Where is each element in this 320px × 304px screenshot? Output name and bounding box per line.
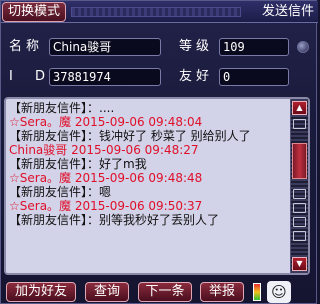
message-line: 【新朋友信件】：好了m我 bbox=[9, 157, 147, 171]
next-message-button[interactable]: 下一条 bbox=[138, 282, 192, 302]
send-mail-title: 发送信件 bbox=[261, 4, 314, 19]
name-label: 名称 bbox=[9, 39, 44, 54]
message-line: China骏哥 2015-09-06 09:48:27 bbox=[9, 143, 199, 157]
message-line: 【新朋友信件】：钱冲好了 秒菜了 别给别人了 bbox=[9, 129, 251, 143]
friendship-field: 0 bbox=[219, 68, 289, 86]
title-decoration bbox=[71, 7, 241, 17]
message-line: ☆Sera。魔 2015-09-06 09:50:37 bbox=[9, 199, 203, 213]
query-button[interactable]: 查询 bbox=[85, 282, 129, 302]
level-field: 109 bbox=[219, 38, 289, 56]
message-scrollbar[interactable]: ▲ ▼ bbox=[290, 99, 308, 273]
report-button[interactable]: 举报 bbox=[200, 282, 244, 302]
id-label: I D bbox=[9, 69, 54, 84]
message-line: 【新朋友信件】：嗯 bbox=[9, 185, 112, 199]
scroll-track-ornament bbox=[293, 203, 306, 213]
scroll-thumb[interactable] bbox=[292, 143, 307, 179]
name-field: China骏哥 bbox=[49, 38, 161, 56]
scroll-track-ornament bbox=[293, 231, 306, 241]
mail-window: 切换模式 发送信件 名称 China骏哥 等级 109 I D 37881974… bbox=[0, 0, 318, 304]
level-label: 等级 bbox=[179, 39, 214, 54]
switch-mode-button[interactable]: 切换模式 bbox=[2, 2, 66, 22]
id-field: 37881974 bbox=[49, 68, 161, 86]
scroll-track-ornament bbox=[293, 189, 306, 199]
down-arrow-icon[interactable]: ▼ bbox=[292, 257, 307, 271]
message-line: 【新朋友信件】：.... bbox=[9, 101, 115, 115]
avatar-icon bbox=[297, 41, 309, 53]
add-friend-button[interactable]: 加为好友 bbox=[6, 282, 76, 302]
friendship-label: 友好 bbox=[179, 69, 214, 84]
emoticon-icon[interactable]: ☺ bbox=[267, 281, 291, 303]
title-bar: 切换模式 发送信件 bbox=[1, 1, 318, 23]
signal-meter-icon bbox=[253, 283, 261, 301]
message-panel: 【新朋友信件】：.... ☆Sera。魔 2015-09-06 09:48:04 【… bbox=[4, 97, 310, 275]
message-line: 【新朋友信件】：别等我秒好了丢别人了 bbox=[9, 213, 220, 227]
status-icons: ☺ bbox=[253, 281, 315, 303]
message-list: 【新朋友信件】：.... ☆Sera。魔 2015-09-06 09:48:04 【… bbox=[9, 101, 289, 273]
scroll-track-ornament bbox=[293, 217, 306, 227]
message-line: ☆Sera。魔 2015-09-06 09:48:48 bbox=[9, 171, 203, 185]
scroll-track-ornament bbox=[293, 119, 306, 129]
up-arrow-icon[interactable]: ▲ bbox=[292, 101, 307, 115]
message-line: ☆Sera。魔 2015-09-06 09:48:04 bbox=[9, 115, 203, 129]
